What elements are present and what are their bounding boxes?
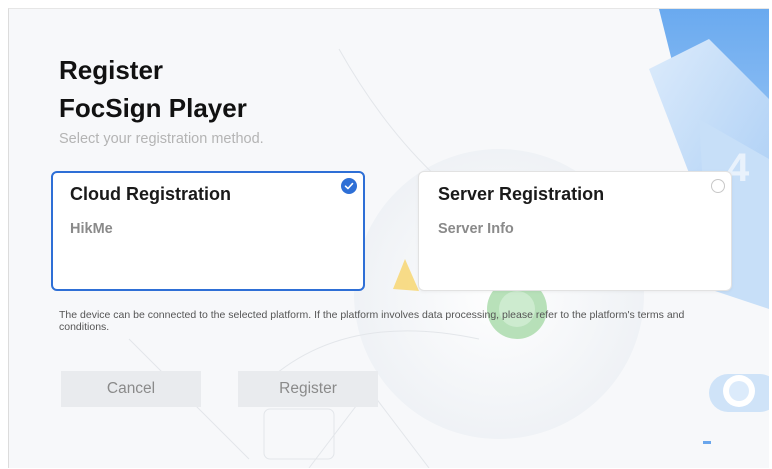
platform-notice: The device can be connected to the selec…	[59, 309, 685, 333]
registration-screen: 4 Register FocSign Player Select your re…	[8, 8, 769, 468]
app-name: FocSign Player	[59, 93, 247, 123]
option-subtitle: Server Info	[438, 221, 514, 237]
check-circle-icon	[341, 178, 357, 194]
cancel-button[interactable]: Cancel	[61, 371, 201, 407]
cloud-registration-option[interactable]: Cloud Registration HikMe	[51, 171, 365, 291]
page-subtitle: Select your registration method.	[59, 131, 264, 147]
server-registration-option[interactable]: Server Registration Server Info	[418, 171, 732, 291]
register-button[interactable]: Register	[238, 371, 378, 407]
option-subtitle: HikMe	[70, 221, 113, 237]
option-title: Cloud Registration	[70, 184, 231, 204]
radio-empty-icon[interactable]	[711, 179, 725, 193]
option-title: Server Registration	[438, 184, 605, 204]
page-title: Register	[59, 55, 164, 85]
